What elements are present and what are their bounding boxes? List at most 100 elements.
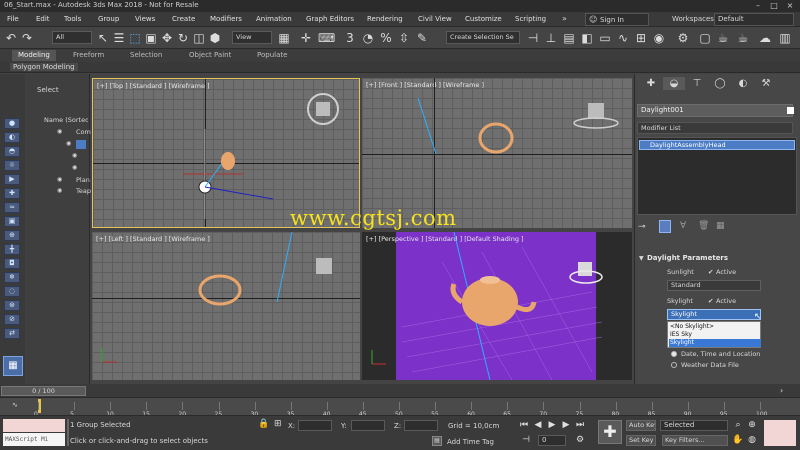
more-menu-icon[interactable]: »: [562, 14, 567, 23]
date-time-location-radio[interactable]: [671, 351, 677, 357]
menu-civil-view[interactable]: Civil View: [418, 15, 452, 23]
object-name-field[interactable]: Daylight001: [637, 104, 793, 117]
undo-icon[interactable]: ↶: [3, 30, 19, 46]
time-slider-next-icon[interactable]: ›: [780, 386, 783, 395]
menu-group[interactable]: Group: [98, 15, 119, 23]
menu-graph-editors[interactable]: Graph Editors: [306, 15, 354, 23]
pin-stack-icon[interactable]: ⊸: [638, 222, 646, 232]
minimize-icon[interactable]: –: [750, 0, 766, 12]
selection-filter-dropdown[interactable]: All: [52, 31, 92, 44]
sunlight-active-checkbox[interactable]: ✔: [708, 268, 713, 276]
remove-modifier-icon[interactable]: 🗑: [698, 221, 709, 231]
curve-editor-toggle-icon[interactable]: ∿: [12, 401, 18, 409]
skylight-option-none[interactable]: <No Skylight>: [669, 323, 761, 331]
menu-file[interactable]: File: [7, 15, 19, 23]
pan-icon[interactable]: ✋: [732, 434, 744, 446]
viewport-left[interactable]: [+] [Left ] [Standard ] [Wireframe ]: [92, 232, 360, 380]
weather-data-file-radio[interactable]: [671, 362, 677, 368]
window-crossing-icon[interactable]: ▣: [143, 30, 159, 46]
display-none-icon[interactable]: ●: [4, 118, 20, 129]
key-filters-button[interactable]: Key Filters...: [662, 435, 728, 446]
ribbon-tab-selection[interactable]: Selection: [124, 50, 168, 61]
maxscript-listener-pink[interactable]: [3, 419, 65, 432]
modify-tab-icon[interactable]: ◒: [663, 77, 685, 90]
maximize-icon[interactable]: □: [766, 0, 782, 12]
ribbon-toggle-icon[interactable]: ▭: [597, 30, 613, 46]
previous-frame-icon[interactable]: ◀: [532, 419, 544, 431]
time-tag-icon[interactable]: ▤: [432, 436, 442, 446]
rendered-frame-window-icon[interactable]: ▢: [697, 30, 713, 46]
angle-snap-icon[interactable]: ◔: [360, 30, 376, 46]
x-coordinate-field[interactable]: [298, 420, 332, 431]
visibility-eye-icon[interactable]: ◉: [57, 187, 62, 194]
object-color-swatch[interactable]: [787, 107, 794, 114]
reference-coordinate-dropdown[interactable]: View: [232, 31, 272, 44]
configure-modifier-sets-icon[interactable]: ▦: [716, 221, 725, 231]
key-mode-icon[interactable]: ⊣: [520, 434, 532, 446]
menu-create[interactable]: Create: [172, 15, 195, 23]
stack-item-daylight-assembly-head[interactable]: DaylightAssemblyHead: [639, 140, 795, 150]
render-setup-icon[interactable]: ⚙: [675, 30, 691, 46]
spinner-snap-icon[interactable]: ⇳: [396, 30, 412, 46]
display-all-icon[interactable]: ⊛: [4, 300, 20, 311]
display-lights-icon[interactable]: ☼: [4, 160, 20, 171]
skylight-option-skylight[interactable]: Skylight: [669, 339, 761, 347]
key-selection-dropdown[interactable]: Selected: [660, 420, 728, 431]
set-keys-icon[interactable]: ✚: [598, 420, 622, 444]
ribbon-tab-modeling[interactable]: Modeling: [12, 50, 56, 61]
skylight-type-dropdown[interactable]: Skylight: [667, 309, 761, 320]
current-frame-field[interactable]: 0: [538, 435, 566, 446]
display-shapes-icon[interactable]: ◓: [4, 146, 20, 157]
selection-lock-icon[interactable]: 🔒: [258, 419, 269, 429]
scene-row-com[interactable]: Com: [76, 128, 91, 136]
menu-rendering[interactable]: Rendering: [367, 15, 403, 23]
auto-key-button[interactable]: Auto Key: [626, 420, 656, 431]
menu-customize[interactable]: Customize: [465, 15, 502, 23]
material-editor-icon[interactable]: ◉: [651, 30, 667, 46]
visibility-eye-icon[interactable]: ◉: [66, 140, 71, 147]
viewport-controls-pink-icon[interactable]: [764, 420, 796, 446]
motion-tab-icon[interactable]: ◯: [709, 77, 731, 90]
select-by-name-icon[interactable]: ☰: [111, 30, 127, 46]
pivot-center-icon[interactable]: ▦: [276, 30, 292, 46]
visibility-eye-icon[interactable]: ◉: [72, 164, 77, 171]
select-object-icon[interactable]: ↖: [95, 30, 111, 46]
play-icon[interactable]: ▶: [546, 419, 558, 431]
time-slider[interactable]: 0 / 100: [1, 386, 86, 396]
named-selection-dropdown[interactable]: Create Selection Se: [446, 31, 520, 44]
display-hidden-icon[interactable]: ◌: [4, 286, 20, 297]
workspace-dropdown[interactable]: Default: [714, 13, 794, 26]
ribbon-tab-populate[interactable]: Populate: [251, 50, 293, 61]
select-move-icon[interactable]: ✥: [159, 30, 175, 46]
display-frozen-icon[interactable]: ❄: [4, 272, 20, 283]
display-xrefs-icon[interactable]: ⊕: [4, 230, 20, 241]
render-cloud-icon[interactable]: ☁: [757, 30, 773, 46]
menu-tools[interactable]: Tools: [64, 15, 81, 23]
viewport-perspective[interactable]: [+] [Perspective ] [Standard ] [Default …: [362, 232, 632, 380]
select-manipulate-icon[interactable]: ✛: [298, 30, 314, 46]
select-rotate-icon[interactable]: ↻: [175, 30, 191, 46]
menu-views[interactable]: Views: [135, 15, 155, 23]
polygon-modeling-panel[interactable]: Polygon Modeling: [10, 63, 78, 71]
ribbon-tab-freeform[interactable]: Freeform: [67, 50, 110, 61]
display-geometry-icon[interactable]: ◐: [4, 132, 20, 143]
edit-named-selection-icon[interactable]: ✎: [414, 30, 430, 46]
close-icon[interactable]: ×: [782, 0, 798, 12]
scene-row-daylight[interactable]: [76, 140, 86, 149]
ribbon-tab-object-paint[interactable]: Object Paint: [183, 50, 237, 61]
make-unique-icon[interactable]: ∀: [680, 221, 686, 231]
display-containers-icon[interactable]: ◘: [4, 258, 20, 269]
scene-row-plane[interactable]: Plan: [76, 176, 90, 184]
curve-editor-icon[interactable]: ∿: [615, 30, 631, 46]
visibility-eye-icon[interactable]: ◉: [57, 128, 62, 135]
select-scale-icon[interactable]: ◫: [191, 30, 207, 46]
maxscript-mini-listener[interactable]: MAXScript Mi: [3, 433, 65, 446]
display-tab-icon[interactable]: ◐: [732, 77, 754, 90]
zoom-icon[interactable]: ⌕: [732, 419, 744, 431]
mirror-icon[interactable]: ⊣: [525, 30, 541, 46]
set-key-button[interactable]: Set Key: [626, 435, 656, 446]
rollout-collapse-icon[interactable]: ▼: [639, 255, 644, 262]
snaps-toggle-icon[interactable]: 3: [342, 30, 358, 46]
redo-icon[interactable]: ↷: [19, 30, 35, 46]
skylight-option-ies-sky[interactable]: IES Sky: [669, 331, 761, 339]
